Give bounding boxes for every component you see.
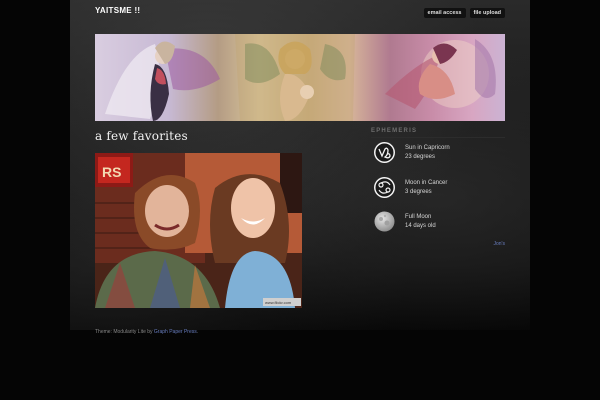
ephemeris-sun-sign: Sun in Capricorn [405, 144, 450, 151]
ephemeris-moon-degrees: 3 degrees [405, 188, 432, 195]
footer: Theme: Modularity Lite by Graph Paper Pr… [95, 329, 198, 335]
nav-file-upload[interactable]: file upload [469, 8, 505, 18]
header-banner-image [95, 34, 505, 121]
site-title[interactable]: YAITSME !! [95, 6, 140, 15]
sidebar-heading-ephemeris: EPHEMERIS [371, 128, 418, 134]
capricorn-icon [374, 142, 395, 163]
post-photo[interactable]: RS www.flickr.com [95, 153, 302, 308]
footer-theme-text: Theme: Modularity Lite by [95, 329, 154, 335]
ephemeris-phase-age: 14 days old [405, 222, 436, 229]
sidebar-divider [371, 137, 505, 138]
jons-link[interactable]: Jon's [493, 241, 505, 247]
nav-email-access[interactable]: email access [423, 8, 466, 18]
ephemeris-item-sun: Sun in Capricorn 23 degrees [373, 141, 450, 164]
post-title[interactable]: a few favorites [95, 129, 188, 143]
footer-period: . [196, 329, 199, 335]
full-moon-icon [374, 211, 395, 232]
top-nav: email access file upload [423, 8, 505, 18]
ephemeris-item-moon: Moon in Cancer 3 degrees [373, 176, 447, 199]
photo-sign-text: RS [102, 164, 121, 180]
footer-graph-paper-press-link[interactable]: Graph Paper Press [154, 329, 197, 335]
ephemeris-item-phase: Full Moon 14 days old [373, 210, 436, 233]
cancer-icon [374, 177, 395, 198]
ephemeris-moon-sign: Moon in Cancer [405, 179, 448, 186]
ephemeris-phase-name: Full Moon [405, 213, 432, 220]
ephemeris-sun-degrees: 23 degrees [405, 153, 436, 160]
photo-watermark: www.flickr.com [265, 300, 292, 305]
